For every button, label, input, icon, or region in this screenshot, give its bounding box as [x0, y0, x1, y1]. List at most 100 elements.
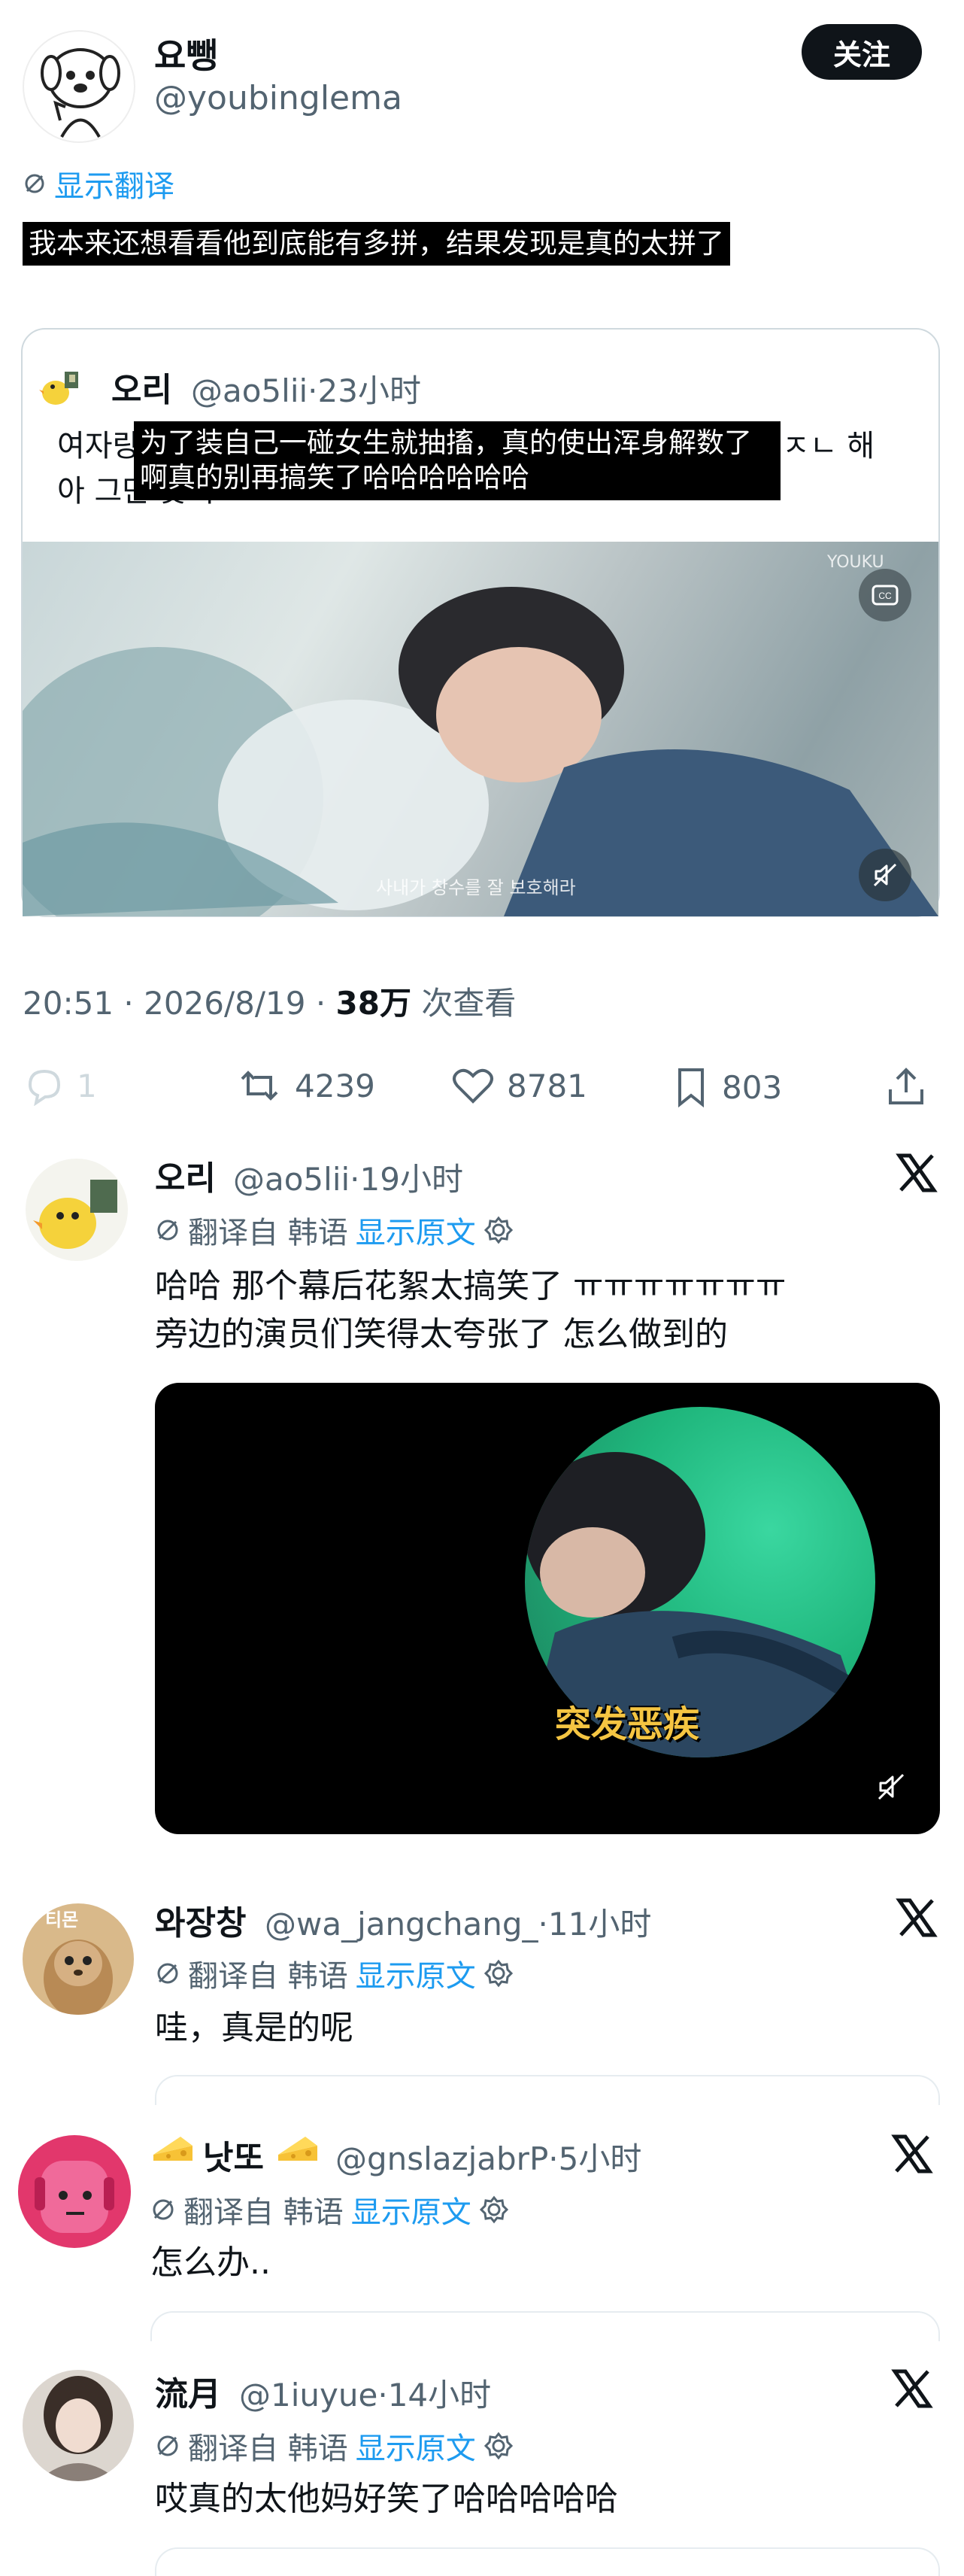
translate-icon — [23, 172, 47, 196]
captions-button[interactable]: CC — [859, 569, 911, 621]
reply-handle: @gnslazjabrP — [335, 2140, 549, 2177]
like-button[interactable]: 8781 — [450, 1065, 587, 1106]
quote-caption: 为了装自己一碰女生就抽搐，真的使出浑身解数了 啊真的别再搞笑了哈哈哈哈哈哈 — [134, 421, 781, 500]
muted-speaker-icon — [878, 1773, 905, 1800]
reply-author-meta: @ao5lii·19小时 — [233, 1161, 463, 1198]
quote-time: 23小时 — [317, 372, 421, 409]
nested-reply-preview[interactable] — [155, 2547, 940, 2576]
x-logo-icon — [895, 1896, 938, 1940]
reply-text: 哇，真是的呢 — [155, 2009, 353, 2047]
cc-icon: CC — [872, 585, 899, 606]
reply-author-name[interactable]: 낫또 — [203, 2131, 264, 2179]
bookmark-button[interactable]: 803 — [671, 1065, 782, 1109]
show-original-link[interactable]: 显示原文 — [351, 2188, 471, 2231]
gear-icon[interactable] — [484, 1958, 514, 1988]
bookmark-count: 803 — [722, 1068, 783, 1106]
retweet-count: 4239 — [295, 1067, 375, 1104]
reply-handle: @1iuyue — [239, 2377, 378, 2413]
quote-original-text-1-end: ㅈㄴ 해 — [782, 429, 875, 463]
quote-original-text-1: 여자랑 — [57, 429, 141, 463]
avatar[interactable] — [23, 30, 135, 143]
cheese-icon — [275, 2132, 320, 2167]
reply-time: 11小时 — [547, 1906, 652, 1943]
translate-icon — [153, 2199, 174, 2220]
reply-author-meta: @gnslazjabrP·5小时 — [335, 2140, 642, 2177]
quote-avatar — [39, 367, 81, 409]
translate-icon — [157, 1963, 178, 1984]
reply-time: 5小时 — [558, 2140, 642, 2177]
quote-video[interactable] — [23, 542, 938, 916]
quote-author-name[interactable]: 오리 — [111, 363, 172, 411]
translation-row: 翻译自 韩语 显示原文 — [155, 2424, 514, 2468]
reply-text: 哎真的太他妈好笑了哈哈哈哈哈 — [155, 2480, 618, 2518]
video-caption: 突发恶疾 — [555, 1703, 700, 1745]
video-watermark: YOUKU — [827, 553, 884, 572]
reply-time: 19小时 — [359, 1161, 463, 1198]
translation-row: 翻译自 韩语 显示原文 — [150, 2188, 509, 2231]
translate-icon — [157, 2435, 178, 2456]
quote-author-meta: @ao5lii·23小时 — [191, 372, 421, 409]
show-original-link[interactable]: 显示原文 — [356, 2424, 476, 2468]
retweet-button[interactable]: 4239 — [235, 1065, 375, 1106]
reply-count: 1 — [77, 1067, 97, 1104]
reply-handle: @ao5lii — [233, 1161, 350, 1198]
show-translation-label: 显示翻译 — [54, 169, 174, 204]
video-subtitle: 사내가 창수를 잘 보호해라 — [376, 877, 576, 898]
reply-text: 哈哈 那个幕后花絮太搞笑了 ㅠㅠㅠㅠㅠㅠㅠ 旁边的演员们笑得太夸张了 怎么做到的 — [155, 1267, 787, 1353]
share-icon — [889, 1068, 923, 1104]
avatar-label: 티몬 — [45, 1909, 79, 1930]
cheese-icon — [150, 2132, 196, 2167]
reply-avatar[interactable] — [23, 2370, 134, 2481]
post-time: 20:51 — [23, 985, 114, 1022]
reply-author-name[interactable]: 와장창 — [155, 1896, 246, 1944]
action-bar: 1 4239 8781 803 — [23, 1061, 941, 1113]
reply-icon — [28, 1069, 61, 1106]
reply-author-name[interactable]: 오리 — [155, 1151, 216, 1199]
translated-from: 翻译自 韩语 — [188, 1216, 348, 1250]
gear-icon[interactable] — [479, 2195, 509, 2225]
reply-author-name[interactable]: 流月 — [155, 2367, 221, 2415]
translation-row: 翻译自 韩语 显示原文 — [155, 1208, 514, 1252]
translation-row: 翻译自 韩语 显示原文 — [155, 1952, 514, 1995]
mute-button[interactable] — [865, 1760, 917, 1813]
post-caption: 我本来还想看看他到底能有多拼，结果发现是真的太拼了 — [23, 222, 730, 266]
share-button[interactable] — [883, 1064, 929, 1110]
quote-author-handle: @ao5lii — [191, 372, 308, 409]
reply-handle: @wa_jangchang_ — [265, 1906, 538, 1943]
mute-button[interactable] — [859, 849, 911, 901]
muted-speaker-icon — [873, 863, 897, 887]
x-logo-icon — [890, 2132, 934, 2176]
bookmark-icon — [678, 1068, 704, 1108]
show-original-link[interactable]: 显示原文 — [356, 1208, 476, 1252]
retweet-icon — [241, 1071, 278, 1101]
translate-icon — [157, 1220, 178, 1241]
nested-reply-preview[interactable] — [155, 2075, 940, 2105]
show-translation-link[interactable]: 显示翻译 — [23, 162, 174, 205]
follow-button[interactable]: 关注 — [802, 24, 922, 80]
post-date: 2026/8/19 — [144, 985, 306, 1022]
author-handle[interactable]: @youbinglema — [154, 79, 402, 117]
gear-icon[interactable] — [484, 1215, 514, 1245]
translated-from: 翻译自 韩语 — [188, 2432, 348, 2466]
reply-text: 怎么办.. — [150, 2243, 271, 2282]
reply-button[interactable]: 1 — [23, 1065, 97, 1106]
reply-avatar[interactable] — [18, 2135, 131, 2248]
translated-from: 翻译自 韩语 — [183, 2195, 344, 2230]
gear-icon[interactable] — [484, 2431, 514, 2461]
reply-author-meta: @wa_jangchang_·11小时 — [265, 1906, 652, 1943]
translated-from: 翻译自 韩语 — [188, 1959, 348, 1994]
post-meta: 20:51 · 2026/8/19 · 38万 次查看 — [23, 985, 517, 1022]
x-logo-icon — [890, 2367, 934, 2410]
reply-time: 14小时 — [387, 2377, 492, 2413]
nested-reply-preview[interactable] — [150, 2311, 940, 2341]
views-count: 38万 — [335, 985, 411, 1022]
reply-author-meta: @1iuyue·14小时 — [239, 2377, 492, 2413]
author-name[interactable]: 요뺑 — [154, 29, 218, 78]
svg-text:CC: CC — [878, 591, 892, 601]
views-label: 次查看 — [421, 985, 517, 1022]
show-original-link[interactable]: 显示原文 — [356, 1952, 476, 1995]
reply-avatar[interactable] — [26, 1159, 128, 1261]
like-count: 8781 — [507, 1067, 587, 1104]
heart-icon — [453, 1068, 493, 1104]
x-logo-icon — [895, 1151, 938, 1195]
